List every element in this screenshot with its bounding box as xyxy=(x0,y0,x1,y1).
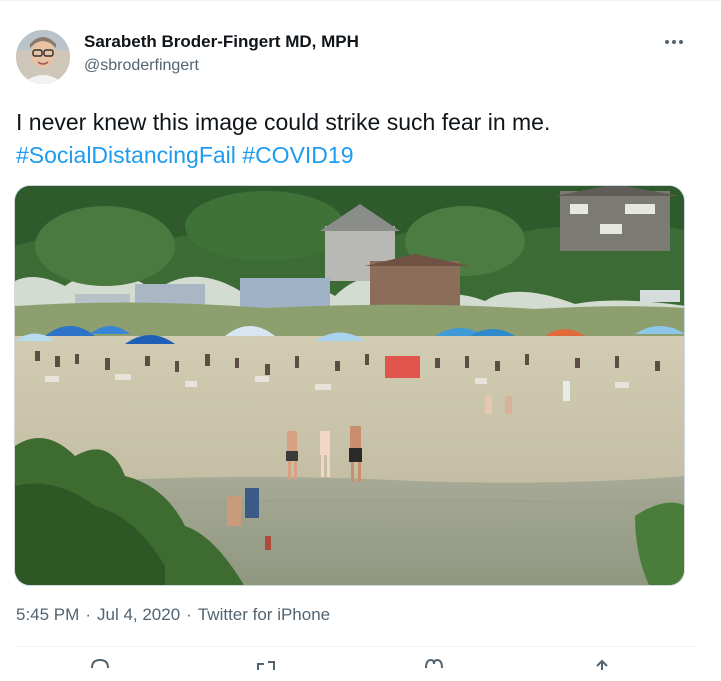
reply-icon[interactable] xyxy=(86,656,114,676)
tweet-body: I never knew this image could strike suc… xyxy=(16,109,551,135)
dot xyxy=(665,40,669,44)
separator: · xyxy=(186,605,192,624)
tweet-hashtags: #SocialDistancingFail #COVID19 xyxy=(16,139,696,172)
hashtag-social-distancing-fail[interactable]: #SocialDistancingFail xyxy=(16,142,236,168)
share-icon[interactable] xyxy=(588,656,616,676)
author-handle[interactable]: @sbroderfingert xyxy=(84,57,199,75)
tweet-source[interactable]: Twitter for iPhone xyxy=(198,605,330,624)
separator: · xyxy=(85,605,91,624)
tweet-date[interactable]: Jul 4, 2020 xyxy=(97,605,180,624)
tweet-text: I never knew this image could strike suc… xyxy=(16,106,696,172)
tweet-time[interactable]: 5:45 PM xyxy=(16,605,79,624)
top-divider xyxy=(0,0,721,1)
tweet-card: Sarabeth Broder-Fingert MD, MPH @sbroder… xyxy=(0,0,721,670)
more-options-icon[interactable] xyxy=(656,28,692,56)
avatar[interactable] xyxy=(16,30,70,84)
dot xyxy=(679,40,683,44)
retweet-icon[interactable] xyxy=(252,656,280,676)
tweet-photo[interactable] xyxy=(14,185,685,586)
divider xyxy=(16,646,696,647)
author-name[interactable]: Sarabeth Broder-Fingert MD, MPH xyxy=(84,32,359,52)
tweet-meta: 5:45 PM · Jul 4, 2020 · Twitter for iPhone xyxy=(16,605,330,625)
dot xyxy=(672,40,676,44)
avatar-image xyxy=(16,30,70,84)
action-bar xyxy=(0,656,721,670)
beach-crowd-image xyxy=(15,186,684,585)
like-icon[interactable] xyxy=(420,656,448,676)
hashtag-covid19[interactable]: #COVID19 xyxy=(242,142,353,168)
